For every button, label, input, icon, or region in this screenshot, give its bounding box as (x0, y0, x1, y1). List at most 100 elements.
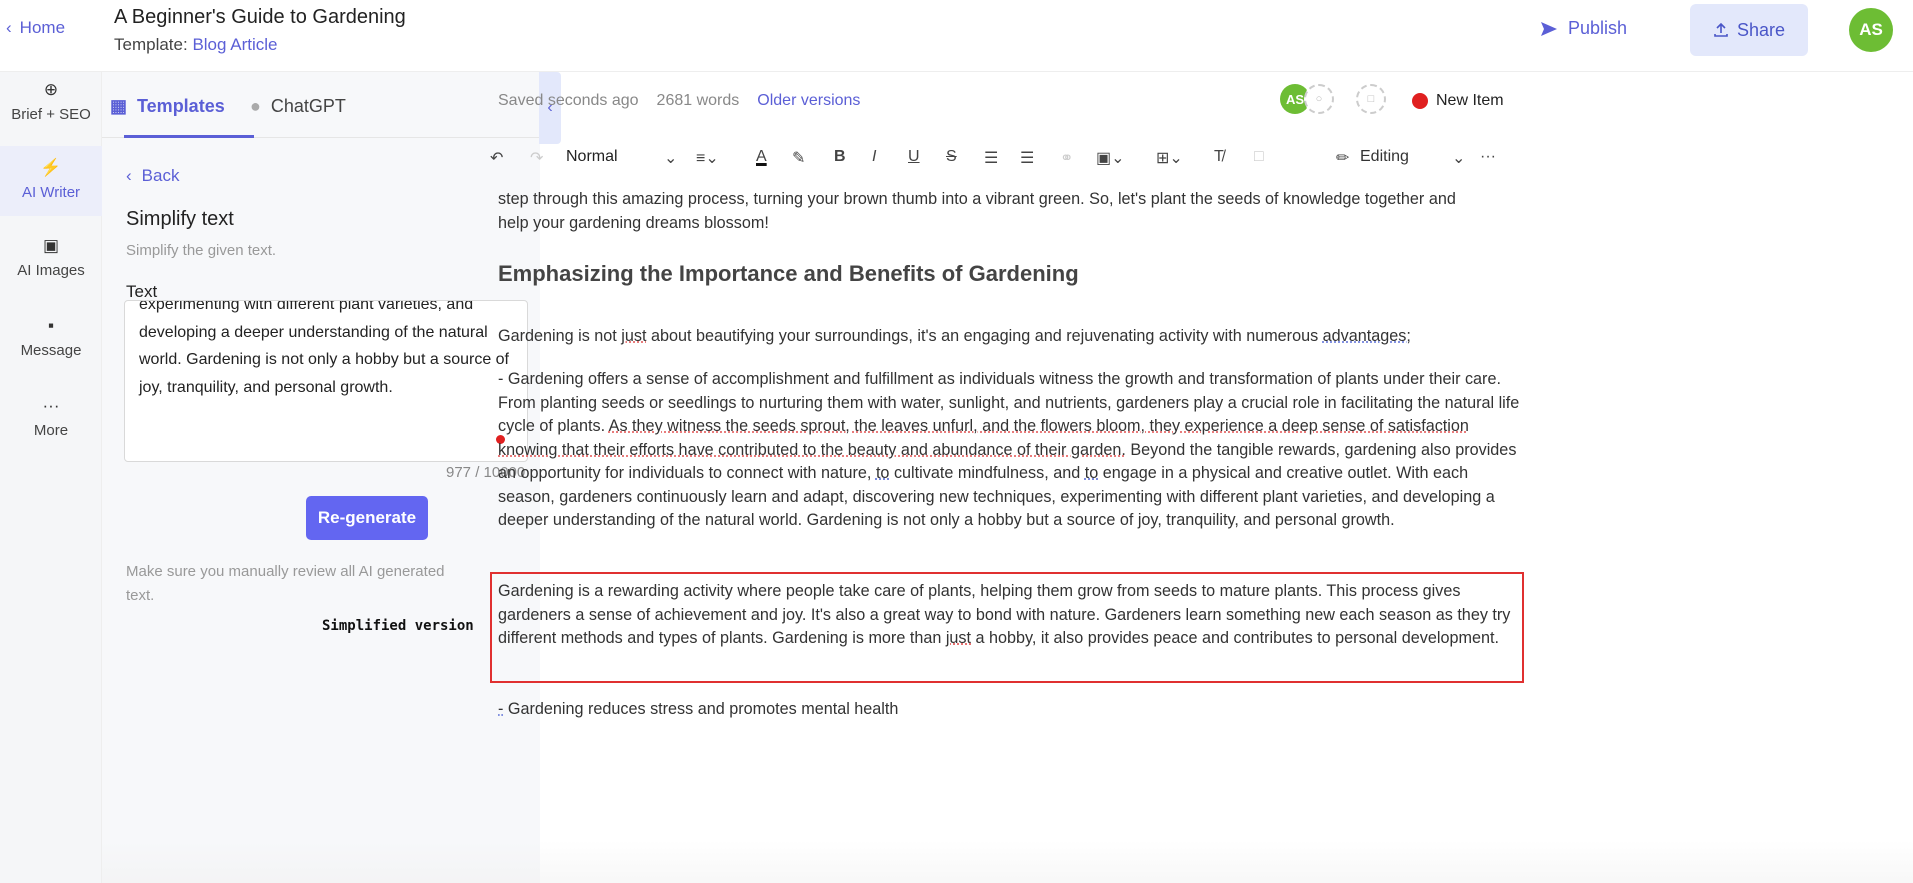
word-count: 2681 words (656, 92, 740, 109)
tab-label: Templates (137, 96, 225, 116)
rail-item-more[interactable]: ··· More (0, 396, 102, 456)
rail-item-label: Message (20, 342, 82, 359)
more-options-icon[interactable]: ··· (1480, 148, 1496, 166)
editor-status-bar: Saved seconds ago 2681 words Older versi… (498, 92, 860, 110)
rail-item-message[interactable]: ▪ Message (0, 316, 102, 376)
tab-chatgpt[interactable]: ● ChatGPT (250, 96, 346, 117)
document-title[interactable]: A Beginner's Guide to Gardening (114, 6, 406, 29)
pencil-icon: ✏ (1336, 150, 1350, 167)
upload-icon (1714, 22, 1728, 37)
intro-paragraph: step through this amazing process, turni… (498, 188, 1528, 235)
bullet-list-icon[interactable]: ☰ (984, 148, 998, 168)
underline-button[interactable]: U (908, 148, 920, 166)
grammar-flag[interactable]: advantages; (1323, 327, 1411, 345)
redo-icon[interactable]: ↷ (530, 148, 543, 168)
text-span: Gardening reduces stress and promotes me… (503, 700, 899, 718)
tab-label: ChatGPT (270, 96, 346, 116)
embed-icon[interactable]: □ (1254, 148, 1264, 166)
text-field-label: Text (126, 282, 158, 301)
spelling-flag[interactable]: just (621, 327, 646, 345)
chevron-down-icon[interactable]: ⌄ (1452, 148, 1465, 168)
template-prefix: Template: (114, 35, 188, 54)
text-input-value: experimenting with different plant varie… (139, 300, 509, 396)
user-avatar[interactable]: AS (1849, 8, 1893, 52)
text-color-icon[interactable]: A (756, 148, 767, 166)
grammar-flag[interactable]: to (876, 464, 890, 482)
status-dot-icon (1412, 93, 1428, 109)
table-icon[interactable]: ⊞⌄ (1156, 148, 1183, 168)
link-icon[interactable]: ⚭ (1060, 148, 1073, 168)
panel-tabs: ▦ Templates ● ChatGPT (102, 72, 540, 138)
text-input-area[interactable]: experimenting with different plant varie… (124, 300, 528, 462)
section-heading: Emphasizing the Importance and Benefits … (498, 261, 1079, 286)
intro-line: step through this amazing process, turni… (498, 190, 1456, 208)
rail-item-label: AI Writer (21, 184, 81, 201)
send-icon (1541, 21, 1557, 36)
collaborators: AS ○ (1280, 84, 1334, 114)
tool-description: Simplify the given text. (126, 242, 277, 259)
calendar-icon[interactable]: □ (1356, 84, 1386, 114)
align-icon[interactable]: ≡⌄ (696, 148, 719, 168)
text-span: cultivate mindfulness, and (889, 464, 1085, 482)
simplified-highlight-box (490, 572, 1524, 683)
rail-item-ai-writer[interactable]: ⚡ AI Writer (0, 146, 102, 216)
left-nav-rail: ⊕ Brief + SEO ⚡ AI Writer ▣ AI Images ▪ … (0, 72, 102, 883)
chevron-left-icon: ‹ (6, 18, 12, 37)
templates-icon: ▦ (110, 96, 128, 116)
chat-bubble-icon: ▪ (47, 316, 55, 335)
back-label: Back (141, 166, 180, 185)
bold-button[interactable]: B (834, 148, 846, 166)
rail-item-label: AI Images (17, 262, 85, 279)
active-tab-indicator (124, 135, 254, 138)
tab-templates[interactable]: ▦ Templates (110, 96, 225, 117)
chat-icon: ● (250, 96, 261, 116)
rail-item-ai-images[interactable]: ▣ AI Images (0, 236, 102, 296)
template-name-link[interactable]: Blog Article (192, 35, 277, 54)
home-label: Home (19, 18, 66, 37)
top-header: ‹ Home A Beginner's Guide to Gardening T… (0, 0, 1913, 72)
saved-status: Saved seconds ago (498, 92, 639, 109)
status-label: New Item (1436, 92, 1504, 109)
italic-button[interactable]: I (872, 148, 876, 166)
lightning-icon: ⚡ (40, 158, 62, 177)
rail-item-brief-seo[interactable]: ⊕ Brief + SEO (0, 78, 102, 138)
share-button[interactable]: Share (1690, 4, 1808, 56)
assign-user-icon[interactable]: ○ (1304, 84, 1334, 114)
target-icon: ⊕ (43, 80, 59, 99)
strikethrough-button[interactable]: S (946, 148, 957, 166)
image-icon: ▣ (42, 236, 60, 255)
highlight-icon[interactable]: ✎ (792, 148, 805, 168)
numbered-list-icon[interactable]: ☰ (1020, 148, 1034, 168)
older-versions-link[interactable]: Older versions (757, 92, 860, 110)
simplified-annotation-label: Simplified version (322, 618, 474, 634)
home-link[interactable]: ‹ Home (6, 18, 65, 38)
template-info: Template: Blog Article (114, 35, 277, 55)
publish-label: Publish (1568, 18, 1628, 38)
paragraph-style-select[interactable]: Normal (566, 148, 618, 166)
clear-format-icon[interactable]: T̸ (1214, 148, 1224, 166)
rail-item-label: Brief + SEO (11, 106, 91, 123)
text-span: Gardening is not (498, 327, 622, 345)
regenerate-button[interactable]: Re-generate (306, 496, 428, 540)
undo-icon[interactable]: ↶ (490, 148, 503, 168)
back-link[interactable]: ‹ Back (126, 166, 179, 186)
formatting-toolbar: ↶ ↷ Normal ⌄ ≡⌄ A ✎ B I U S ☰ ☰ ⚭ ▣⌄ ⊞⌄ … (490, 144, 1510, 172)
status-new-item[interactable]: New Item (1412, 92, 1504, 110)
paragraph: - Gardening offers a sense of accomplish… (498, 368, 1528, 533)
publish-button[interactable]: Publish (1540, 18, 1627, 39)
chevron-down-icon[interactable]: ⌄ (664, 148, 677, 168)
paragraph: Gardening is not just about beautifying … (498, 325, 1528, 349)
list-paragraph: - Gardening reduces stress and promotes … (498, 698, 1528, 722)
rail-item-label: More (33, 422, 69, 439)
tool-title: Simplify text (126, 208, 234, 230)
editing-mode-select[interactable]: Editing (1360, 148, 1409, 166)
ai-writer-panel: ▦ Templates ● ChatGPT ‹ Back Simplify te… (102, 72, 540, 883)
more-dots-icon: ··· (42, 396, 60, 415)
review-note: Make sure you manually review all AI gen… (126, 563, 445, 604)
text-span: about beautifying your surroundings, it'… (646, 327, 1323, 345)
chevron-left-icon: ‹ (126, 166, 132, 185)
grammar-flag[interactable]: to (1085, 464, 1099, 482)
image-insert-icon[interactable]: ▣⌄ (1096, 148, 1125, 168)
share-label: Share (1736, 19, 1786, 40)
bottom-fade (102, 840, 1913, 883)
